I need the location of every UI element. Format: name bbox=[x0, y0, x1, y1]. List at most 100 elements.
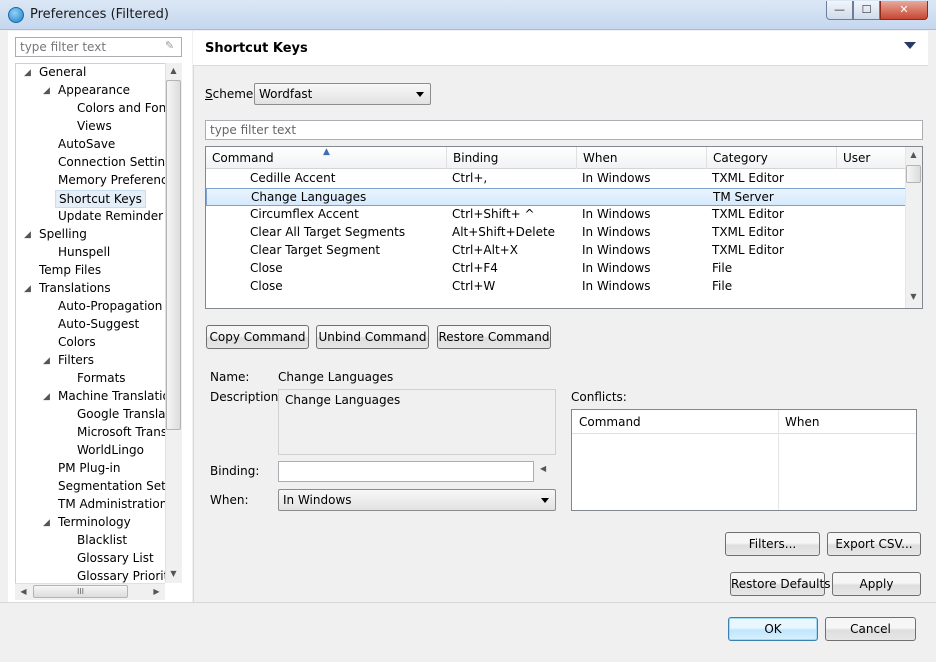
tree-item[interactable]: Machine Translation bbox=[55, 388, 165, 406]
scroll-up-arrow-icon[interactable]: ▲ bbox=[166, 66, 181, 75]
cancel-button[interactable]: Cancel bbox=[825, 617, 916, 641]
tree-item[interactable]: Google Translate bbox=[74, 406, 165, 424]
table-scroll-thumb[interactable] bbox=[906, 165, 921, 183]
scheme-label: Scheme: bbox=[205, 87, 258, 101]
tree-filter-input[interactable]: type filter text ✎ bbox=[15, 37, 182, 57]
table-row[interactable]: Change Languages TM Server bbox=[206, 188, 906, 206]
conflicts-column-when[interactable]: When bbox=[785, 415, 819, 429]
sort-ascending-icon: ▲ bbox=[323, 147, 330, 157]
table-row[interactable]: Clear All Target Segments Alt+Shift+Delet… bbox=[206, 224, 906, 242]
tree-item[interactable]: Spelling bbox=[36, 226, 90, 244]
tree-item[interactable]: Formats bbox=[74, 370, 129, 388]
tree-expand-arrow-icon[interactable]: ◢ bbox=[43, 86, 50, 96]
tree-expand-arrow-icon[interactable]: ◢ bbox=[24, 68, 31, 78]
export-csv-button[interactable]: Export CSV... bbox=[827, 532, 921, 556]
filters-button[interactable]: Filters... bbox=[725, 532, 820, 556]
tree-item[interactable]: Translations bbox=[36, 280, 114, 298]
table-row[interactable]: Circumflex Accent Ctrl+Shift+ ^ In Windows… bbox=[206, 206, 906, 224]
tree-item[interactable]: Blacklist bbox=[74, 532, 130, 550]
tree-item[interactable]: PM Plug-in bbox=[55, 460, 123, 478]
binding-input[interactable] bbox=[278, 461, 534, 482]
cell-binding: Alt+Shift+Delete bbox=[452, 225, 556, 239]
tree-item[interactable]: Connection Settings bbox=[55, 154, 165, 172]
minimize-button[interactable]: — bbox=[826, 1, 853, 20]
tree-item[interactable]: Segmentation Settings bbox=[55, 478, 165, 496]
cell-command: Clear Target Segment bbox=[250, 243, 381, 257]
tree-item[interactable]: Hunspell bbox=[55, 244, 113, 262]
ok-button[interactable]: OK bbox=[728, 617, 818, 641]
when-select[interactable]: In Windows bbox=[278, 489, 556, 511]
app-icon bbox=[8, 7, 24, 23]
tree-item[interactable]: Memory Preferences bbox=[55, 172, 165, 190]
restore-defaults-button[interactable]: Restore Defaults bbox=[730, 572, 830, 596]
tree-item[interactable]: Update Reminder bbox=[55, 208, 165, 226]
scheme-label-rest: cheme: bbox=[212, 87, 258, 101]
tree-item[interactable]: Appearance bbox=[55, 82, 133, 100]
tree-expand-arrow-icon[interactable]: ◢ bbox=[43, 518, 50, 528]
cell-command: Change Languages bbox=[251, 190, 367, 204]
table-row[interactable]: Cedille Accent Ctrl+, In Windows TXML Edito… bbox=[206, 170, 906, 188]
unbind-command-button[interactable]: Unbind Command bbox=[316, 325, 429, 349]
tree-item[interactable]: Colors and Fonts bbox=[74, 100, 165, 118]
scroll-right-arrow-icon[interactable]: ▶ bbox=[149, 587, 164, 596]
tree-item[interactable]: Glossary Priority bbox=[74, 568, 165, 583]
cell-category: TXML Editor bbox=[712, 243, 784, 257]
scheme-select[interactable]: Wordfast bbox=[254, 83, 431, 105]
apply-button[interactable]: Apply bbox=[832, 572, 921, 596]
binding-menu-arrow-icon[interactable]: ◀ bbox=[540, 464, 546, 473]
tree-item[interactable]: Auto-Suggest bbox=[55, 316, 142, 334]
conflicts-header: Command When bbox=[572, 410, 916, 434]
tree-expand-arrow-icon[interactable]: ◢ bbox=[24, 230, 31, 240]
column-header-binding[interactable]: Binding bbox=[447, 147, 577, 169]
restore-command-button[interactable]: Restore Command bbox=[437, 325, 551, 349]
cell-command: Close bbox=[250, 261, 283, 275]
tree-item[interactable]: Auto-Propagation bbox=[55, 298, 165, 316]
tree-hscroll-thumb[interactable]: III bbox=[33, 585, 128, 598]
column-divider bbox=[778, 410, 779, 510]
table-scroll-up-icon[interactable]: ▲ bbox=[906, 150, 921, 159]
tree-item[interactable]: Views bbox=[74, 118, 115, 136]
tree-expand-arrow-icon[interactable]: ◢ bbox=[24, 284, 31, 294]
command-filter-input[interactable]: type filter text bbox=[205, 120, 923, 140]
scroll-left-arrow-icon[interactable]: ◀ bbox=[16, 587, 31, 596]
tree-item[interactable]: Filters bbox=[55, 352, 97, 370]
cell-when: In Windows bbox=[582, 261, 651, 275]
scroll-down-arrow-icon[interactable]: ▼ bbox=[166, 569, 181, 578]
tree-item[interactable]: Terminology bbox=[55, 514, 134, 532]
cell-command: Clear All Target Segments bbox=[250, 225, 406, 239]
cell-when: In Windows bbox=[582, 279, 651, 293]
chevron-down-icon bbox=[541, 498, 549, 503]
tree-item[interactable]: AutoSave bbox=[55, 136, 118, 154]
close-button[interactable]: ✕ bbox=[880, 1, 928, 20]
cell-command: Cedille Accent bbox=[250, 171, 336, 185]
conflicts-column-command[interactable]: Command bbox=[579, 415, 641, 429]
cell-when: In Windows bbox=[582, 207, 651, 221]
cell-when: In Windows bbox=[582, 171, 651, 185]
column-header-category[interactable]: Category bbox=[707, 147, 837, 169]
column-header-user[interactable]: User bbox=[837, 147, 906, 169]
tree-item[interactable]: WorldLingo bbox=[74, 442, 147, 460]
table-row[interactable]: Close Ctrl+W In Windows File bbox=[206, 278, 906, 296]
copy-command-button[interactable]: Copy Command bbox=[206, 325, 309, 349]
table-header: Command Binding When Category User bbox=[206, 147, 906, 169]
clear-filter-icon[interactable]: ✎ bbox=[165, 40, 177, 52]
tree-item[interactable]: Shortcut Keys bbox=[55, 190, 146, 208]
view-menu-icon[interactable] bbox=[904, 42, 916, 49]
tree-item[interactable]: Glossary List bbox=[74, 550, 157, 568]
tree-item[interactable]: Temp Files bbox=[36, 262, 104, 280]
maximize-button[interactable]: ☐ bbox=[853, 1, 880, 20]
tree-item[interactable]: Microsoft Translator bbox=[74, 424, 165, 442]
table-row[interactable]: Clear Target Segment Ctrl+Alt+X In Windows… bbox=[206, 242, 906, 260]
tree-item[interactable]: Colors bbox=[55, 334, 99, 352]
cell-category: TM Server bbox=[713, 190, 774, 204]
tree-item[interactable]: TM Administration bbox=[55, 496, 165, 514]
cell-category: TXML Editor bbox=[712, 225, 784, 239]
tree-item[interactable]: General bbox=[36, 64, 89, 82]
tree-expand-arrow-icon[interactable]: ◢ bbox=[43, 356, 50, 366]
tree-scroll-thumb[interactable] bbox=[166, 80, 181, 430]
tree-expand-arrow-icon[interactable]: ◢ bbox=[43, 392, 50, 402]
column-header-when[interactable]: When bbox=[577, 147, 707, 169]
table-row[interactable]: Close Ctrl+F4 In Windows File bbox=[206, 260, 906, 278]
conflicts-label: Conflicts: bbox=[571, 390, 627, 404]
table-scroll-down-icon[interactable]: ▼ bbox=[906, 292, 921, 301]
